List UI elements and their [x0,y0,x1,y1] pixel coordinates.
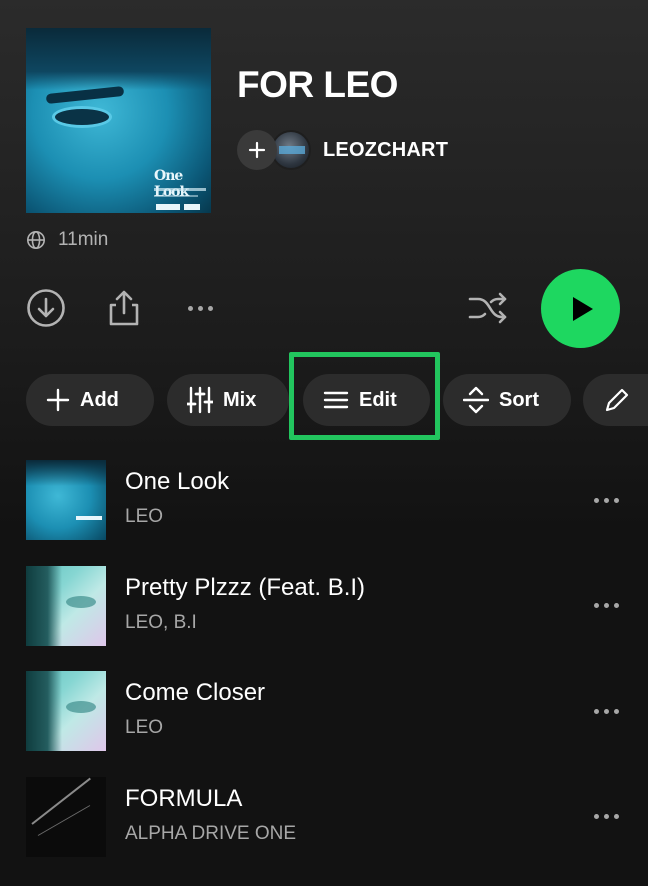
sort-button[interactable]: Sort [443,374,571,426]
owner-name[interactable]: LEOZCHART [323,139,448,162]
track-row[interactable]: Pretty Plzzz (Feat. B.I) LEO, B.I [0,564,648,670]
more-horizontal-icon [593,603,619,608]
playlist-title: FOR LEO [237,64,398,105]
track-artist: LEO [125,506,164,527]
more-horizontal-icon [593,814,619,819]
download-icon [27,289,65,327]
sort-arrows-icon [463,386,489,414]
sort-label: Sort [499,388,539,411]
track-title: Come Closer [125,679,266,706]
track-row[interactable]: Come Closer LEO [0,669,648,775]
cover-text-line [154,188,206,191]
add-label: Add [80,388,119,411]
shuffle-icon [468,292,507,324]
download-button[interactable] [26,288,66,328]
track-more-button[interactable] [588,697,624,725]
more-horizontal-icon [593,497,619,503]
sliders-icon [187,386,213,414]
add-button[interactable]: Add [26,374,154,426]
cover-button-shape [156,204,180,210]
track-row[interactable]: FORMULA ALPHA DRIVE ONE [0,775,648,881]
track-row[interactable]: One Look LEO [0,458,648,564]
add-collaborator-button[interactable] [237,130,277,170]
cover-hair-shape [26,28,211,90]
track-artwork [26,460,106,540]
pencil-icon [605,388,629,412]
track-artist: ALPHA DRIVE ONE [125,822,297,844]
edit-details-button[interactable] [583,374,648,426]
cover-button-shape [184,204,200,210]
plus-icon [248,141,266,159]
cover-eye-shape [52,106,112,128]
cover-text-line [154,195,198,197]
owner-row: LEOZCHART [237,130,448,170]
track-list: One Look LEO Pretty Plzzz (Feat. B.I) LE… [0,458,648,880]
menu-lines-icon [323,391,349,409]
track-artwork [26,671,106,751]
mix-button[interactable]: Mix [167,374,289,426]
action-row [0,266,648,352]
track-more-button[interactable] [588,803,624,831]
playlist-screen: One Look FOR LEO LEOZCHART 11min Add Mix… [0,0,648,886]
filter-chip-row: Add Mix Edit Sort [26,374,648,426]
track-artist: LEO [125,717,164,738]
edit-button[interactable]: Edit [303,374,430,426]
more-horizontal-icon [187,305,213,311]
edit-label: Edit [359,388,397,411]
track-artwork [26,565,106,646]
shuffle-button[interactable] [466,288,510,328]
play-icon [572,296,593,321]
playlist-cover-image: One Look [26,28,211,213]
mix-label: Mix [223,388,257,411]
track-artist: LEO, B.I [125,611,197,633]
globe-icon [27,231,45,249]
playlist-meta: 11min [26,229,108,251]
play-button[interactable] [541,269,620,348]
track-title: Pretty Plzzz (Feat. B.I) [125,573,366,601]
avatar[interactable] [271,130,311,170]
share-icon [109,290,139,326]
track-title: FORMULA [125,784,243,812]
track-title: One Look [125,468,230,495]
avatar-strip [279,146,305,154]
share-button[interactable] [104,288,144,328]
track-more-button[interactable] [588,486,624,514]
more-options-button[interactable] [180,288,220,328]
track-artwork [26,776,106,857]
plus-icon [46,388,70,412]
track-more-button[interactable] [588,592,624,620]
duration-label: 11min [58,229,109,250]
more-horizontal-icon [593,708,619,714]
